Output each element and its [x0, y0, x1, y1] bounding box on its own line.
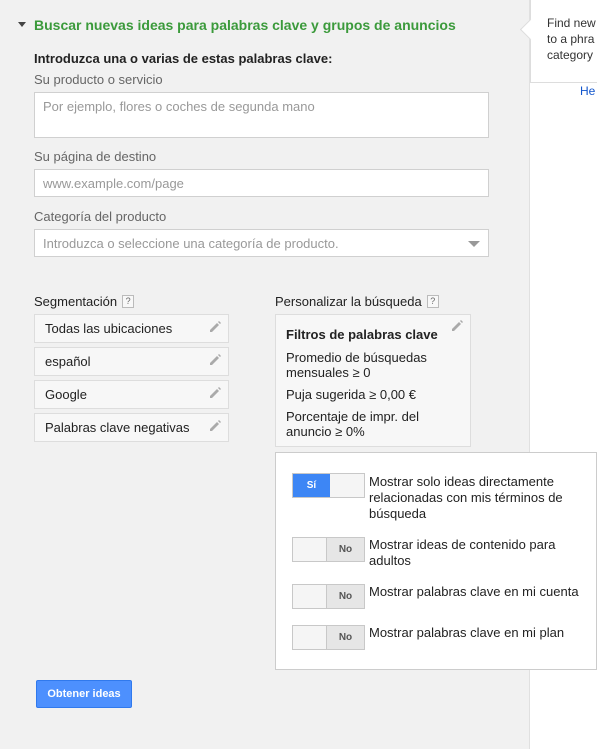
toggle-state: No	[326, 538, 364, 561]
toggle-related-ideas[interactable]: Sí	[292, 473, 365, 498]
filter-suggested-bid: Puja sugerida ≥ 0,00 €	[286, 387, 416, 402]
filter-monthly-searches: Promedio de búsquedas mensuales ≥ 0	[286, 350, 427, 380]
pencil-edit-icon[interactable]	[450, 319, 464, 333]
pencil-edit-icon[interactable]	[208, 320, 222, 334]
section-header[interactable]: Buscar nuevas ideas para palabras clave …	[18, 17, 456, 33]
toggle-track	[330, 474, 364, 497]
product-placeholder: Por ejemplo, flores o coches de segunda …	[43, 99, 315, 114]
toggle-account-keywords[interactable]: No	[292, 584, 365, 609]
targeting-item-label: Google	[45, 387, 87, 402]
filter-title: Filtros de palabras clave	[286, 327, 438, 342]
customize-help-icon[interactable]: ?	[426, 295, 439, 309]
toggle-state: Sí	[293, 474, 330, 497]
targeting-label: Segmentación	[34, 294, 118, 309]
tooltip-text: Find new to a phra category	[547, 15, 596, 63]
product-textarea[interactable]: Por ejemplo, flores o coches de segunda …	[34, 92, 489, 138]
option-label-related-ideas: Mostrar solo ideas directamente relacion…	[369, 474, 563, 521]
pencil-edit-icon[interactable]	[208, 386, 222, 400]
toggle-plan-keywords[interactable]: No	[292, 625, 365, 650]
pencil-edit-icon[interactable]	[208, 353, 222, 367]
targeting-help-icon[interactable]: ?	[122, 295, 135, 309]
toggle-state: No	[326, 585, 364, 608]
section-title: Buscar nuevas ideas para palabras clave …	[34, 17, 456, 33]
landing-page-input[interactable]: www.example.com/page	[34, 169, 489, 197]
search-options-popup: Sí Mostrar solo ideas directamente relac…	[275, 452, 597, 670]
category-label: Categoría del producto	[34, 209, 167, 224]
help-tooltip: Find new to a phra category	[519, 0, 597, 83]
category-select[interactable]: Introduzca o seleccione una categoría de…	[34, 229, 489, 257]
customize-label: Personalizar la búsqueda	[275, 294, 422, 309]
targeting-item-negative-keywords[interactable]: Palabras clave negativas	[34, 413, 229, 442]
collapse-triangle-icon[interactable]	[18, 21, 26, 27]
category-placeholder: Introduzca o seleccione una categoría de…	[43, 236, 339, 251]
toggle-track	[293, 626, 328, 649]
get-ideas-button[interactable]: Obtener ideas	[36, 680, 132, 708]
option-label-adult-ideas: Mostrar ideas de contenido para adultos	[369, 537, 556, 568]
product-label: Su producto o servicio	[34, 72, 163, 87]
targeting-item-label: Todas las ubicaciones	[45, 321, 173, 336]
keyword-filters-box[interactable]: Filtros de palabras clave Promedio de bú…	[275, 314, 471, 447]
intro-text: Introduzca una o varias de estas palabra…	[34, 51, 333, 66]
tooltip-line: Find new	[547, 16, 596, 30]
toggle-track	[293, 538, 328, 561]
targeting-heading: Segmentación?	[34, 294, 135, 309]
targeting-item-locations[interactable]: Todas las ubicaciones	[34, 314, 229, 343]
targeting-item-network[interactable]: Google	[34, 380, 229, 409]
pencil-edit-icon[interactable]	[208, 419, 222, 433]
option-label-plan-keywords: Mostrar palabras clave en mi plan	[369, 625, 565, 640]
help-link[interactable]: He	[580, 84, 595, 98]
landing-page-placeholder: www.example.com/page	[43, 176, 184, 191]
landing-page-label: Su página de destino	[34, 149, 157, 164]
tooltip-line: to a phra	[547, 32, 595, 46]
customize-heading: Personalizar la búsqueda?	[275, 294, 439, 309]
targeting-item-label: Palabras clave negativas	[45, 420, 190, 435]
targeting-item-label: español	[45, 354, 91, 369]
toggle-track	[293, 585, 328, 608]
dropdown-arrow-icon[interactable]	[468, 241, 480, 247]
filter-impression-share: Porcentaje de impr. del anuncio ≥ 0%	[286, 409, 419, 439]
targeting-item-language[interactable]: español	[34, 347, 229, 376]
option-label-account-keywords: Mostrar palabras clave en mi cuenta	[369, 584, 579, 599]
toggle-state: No	[326, 626, 364, 649]
tooltip-line: category	[547, 48, 594, 62]
toggle-adult-ideas[interactable]: No	[292, 537, 365, 562]
